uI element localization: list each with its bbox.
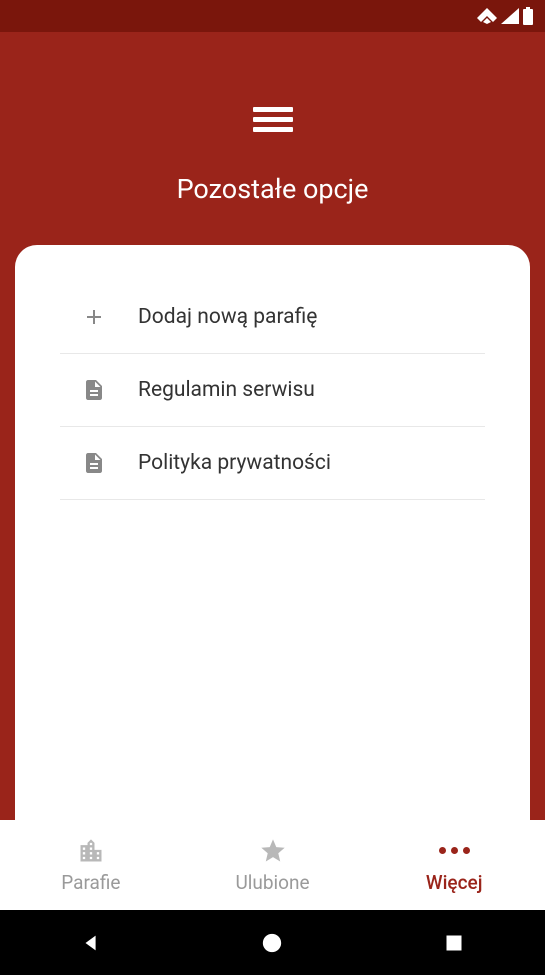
- document-icon: [82, 451, 106, 475]
- plus-icon: [82, 305, 106, 329]
- nav-favorites[interactable]: Ulubione: [182, 837, 364, 894]
- page-title: Pozostałe opcje: [0, 173, 545, 205]
- android-back-button[interactable]: [41, 923, 141, 963]
- signal-icon: [501, 8, 519, 24]
- building-icon: [77, 837, 105, 865]
- dots-icon: [439, 837, 470, 865]
- battery-icon: [523, 7, 533, 25]
- header: Pozostałe opcje: [0, 32, 545, 245]
- star-icon: [259, 837, 287, 865]
- nav-label: Więcej: [426, 871, 483, 894]
- android-home-button[interactable]: [222, 923, 322, 963]
- document-icon: [82, 378, 106, 402]
- option-terms[interactable]: Regulamin serwisu: [60, 354, 485, 427]
- bottom-nav: Parafie Ulubione Więcej: [0, 820, 545, 910]
- option-label: Regulamin serwisu: [138, 378, 315, 402]
- option-privacy[interactable]: Polityka prywatności: [60, 427, 485, 500]
- wifi-icon: [477, 8, 497, 24]
- option-label: Dodaj nową parafię: [138, 305, 317, 329]
- nav-parishes[interactable]: Parafie: [0, 837, 182, 894]
- nav-label: Parafie: [61, 871, 120, 894]
- android-recent-button[interactable]: [404, 923, 504, 963]
- nav-label: Ulubione: [235, 871, 309, 894]
- nav-more[interactable]: Więcej: [363, 837, 545, 894]
- hamburger-icon: [253, 102, 293, 137]
- option-add-parish[interactable]: Dodaj nową parafię: [60, 295, 485, 354]
- options-card: Dodaj nową parafię Regulamin serwisu Pol…: [15, 245, 530, 820]
- android-nav-bar: [0, 910, 545, 975]
- content-wrapper: Dodaj nową parafię Regulamin serwisu Pol…: [0, 245, 545, 820]
- option-label: Polityka prywatności: [138, 451, 331, 475]
- status-bar: [0, 0, 545, 32]
